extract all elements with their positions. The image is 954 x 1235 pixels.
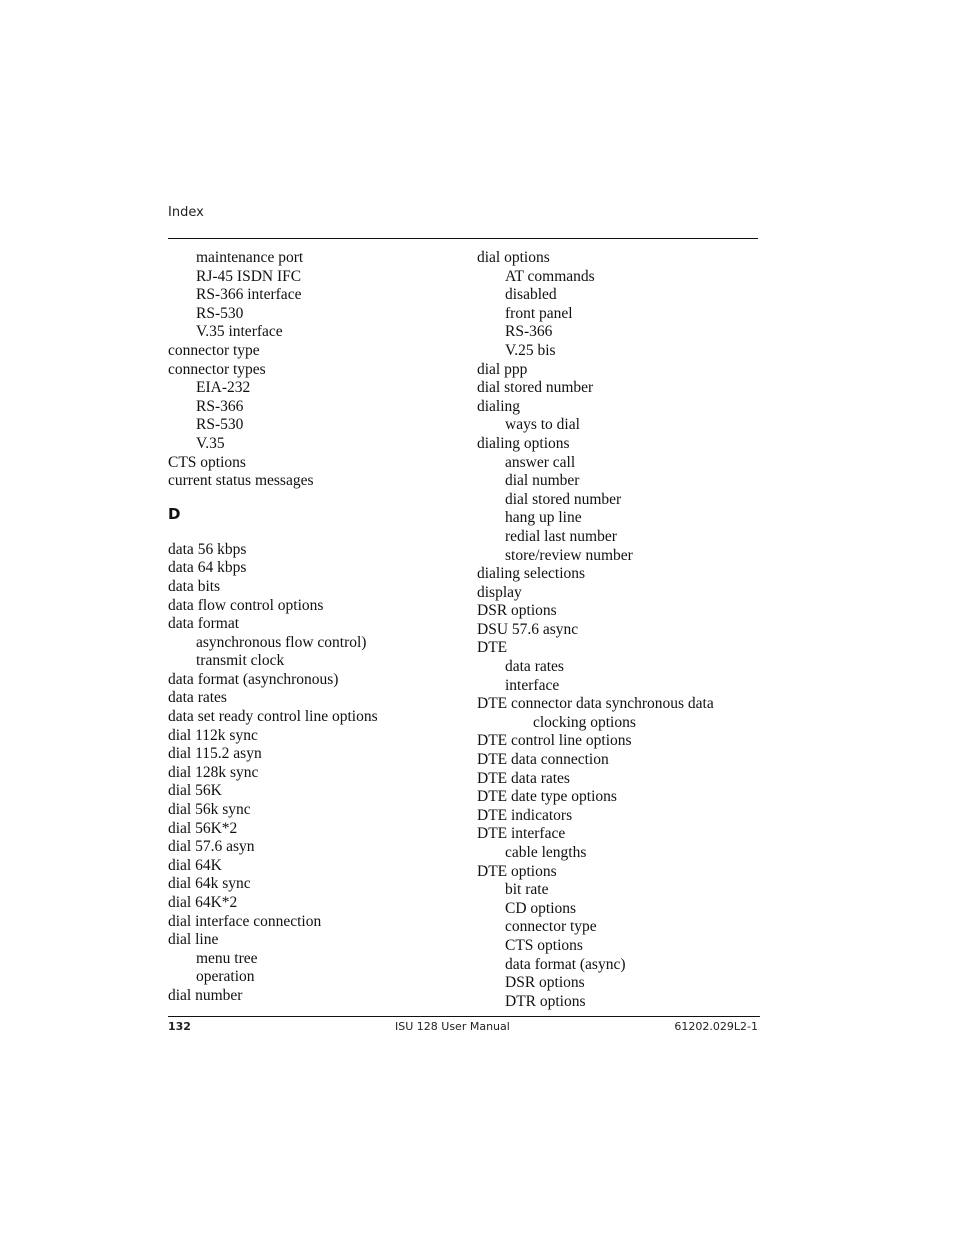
index-subentry: bit rate <box>505 881 549 899</box>
section-letter-d: D <box>168 504 181 523</box>
index-entry: dial 56k sync <box>168 801 251 819</box>
index-subentry: maintenance port <box>196 249 304 266</box>
index-subentry: data rates <box>505 658 564 676</box>
index-entry: dial options <box>477 249 550 266</box>
index-subentry: dial stored number <box>505 490 622 508</box>
index-subentry: clocking options <box>533 713 636 731</box>
index-subentry: front panel <box>505 304 573 322</box>
index-subentry: CTS options <box>505 936 583 954</box>
index-entry: dial 112k sync <box>168 726 258 744</box>
index-subentry: RS-366 <box>505 323 553 341</box>
index-column-left: maintenance port RJ-45 ISDN IFC RS-366 int… <box>168 249 468 1006</box>
index-subentry: cable lengths <box>505 844 587 861</box>
index-entry: connector type <box>168 341 260 359</box>
index-subentry: DTR options <box>505 992 586 1010</box>
index-entry: dial 56K <box>168 782 222 800</box>
footer-rule <box>168 1016 760 1017</box>
index-entry: dial 56K*2 <box>168 819 238 837</box>
index-entry: dial 115.2 asyn <box>168 745 262 763</box>
index-subentry: menu tree <box>196 949 258 967</box>
index-entry: display <box>477 583 522 601</box>
index-subentry: DSR options <box>505 974 585 992</box>
manual-title: ISU 128 User Manual <box>395 1020 510 1033</box>
index-entry: dialing selections <box>477 565 586 583</box>
index-entry: dial 57.6 asyn <box>168 838 255 856</box>
index-subentry: RS-366 <box>196 397 244 415</box>
index-subentry: store/review number <box>505 546 633 564</box>
page-number: 132 <box>168 1020 191 1033</box>
index-entry: dial 128k sync <box>168 763 259 781</box>
index-subentry: connector type <box>505 918 597 936</box>
index-subentry: V.35 interface <box>196 323 283 341</box>
index-subentry: RS-366 interface <box>196 286 302 304</box>
index-entry: data format <box>168 615 240 633</box>
index-entries-right: dial options AT commands disabled front pan… <box>477 249 767 1011</box>
index-subentry: RS-530 <box>196 416 244 434</box>
index-subentry: answer call <box>505 453 576 471</box>
index-entry: DSU 57.6 async <box>477 620 579 638</box>
index-subentry: AT commands <box>505 267 595 285</box>
index-subentry: ways to dial <box>505 416 580 434</box>
index-entry: DTE <box>477 639 508 657</box>
index-subentry: hang up line <box>505 509 582 527</box>
index-subentry: RS-530 <box>196 304 244 322</box>
index-subentry: data format (async) <box>505 955 626 973</box>
index-entry: data set ready control line options <box>168 708 378 726</box>
index-entry: dial 64K <box>168 856 222 874</box>
index-subentry: CD options <box>505 899 577 917</box>
index-subentry: interface <box>505 676 560 694</box>
index-entry: DTE interface <box>477 825 566 843</box>
index-entry: current status messages <box>168 472 314 490</box>
page-footer: 132 ISU 128 User Manual 61202.029L2-1 <box>168 1020 760 1036</box>
index-entry: data flow control options <box>168 596 324 614</box>
index-entry: CTS options <box>168 453 246 471</box>
index-entry: dial 64k sync <box>168 875 251 893</box>
index-entries-before: maintenance port RJ-45 ISDN IFC RS-366 int… <box>168 249 468 491</box>
index-subentry: asynchronous flow control) <box>196 633 367 651</box>
index-subentry: disabled <box>505 286 557 304</box>
document-number: 61202.029L2-1 <box>674 1020 758 1033</box>
index-subentry: dial number <box>505 472 580 490</box>
index-subentry: transmit clock <box>196 652 285 670</box>
index-entry: DTE connector data synchronous data <box>477 695 714 713</box>
index-entry: dial ppp <box>477 360 528 378</box>
index-entry: dial stored number <box>477 379 594 397</box>
index-subentry: V.25 bis <box>505 341 556 359</box>
running-header: Index <box>168 205 204 220</box>
index-entry: dialing options <box>477 434 570 452</box>
index-entry: connector types <box>168 360 266 378</box>
index-subentry: RJ-45 ISDN IFC <box>196 267 302 285</box>
index-entry: data 64 kbps <box>168 559 247 577</box>
index-subentry: EIA-232 <box>196 379 251 397</box>
index-entry: dial line <box>168 931 219 949</box>
index-entry: DSR options <box>477 602 557 620</box>
index-subentry: operation <box>196 968 255 986</box>
index-entry: DTE indicators <box>477 806 573 824</box>
index-entry: data bits <box>168 577 221 595</box>
index-entry: DTE data connection <box>477 751 609 769</box>
index-entry: dial number <box>168 986 243 1004</box>
index-entry: data 56 kbps <box>168 540 247 558</box>
index-column-right: dial options AT commands disabled front pan… <box>477 249 767 1011</box>
index-entry: dial interface connection <box>168 912 322 930</box>
index-entry: DTE control line options <box>477 732 632 750</box>
index-subentry: V.35 <box>196 434 225 452</box>
index-entry: DTE data rates <box>477 769 570 787</box>
index-entry: dialing <box>477 397 521 415</box>
header-rule <box>168 238 758 239</box>
index-entry: DTE date type options <box>477 788 617 806</box>
index-entry: data rates <box>168 689 227 707</box>
index-entries-after: data 56 kbps data 64 kbps data bits data fl… <box>168 541 468 1006</box>
index-entry: DTE options <box>477 862 557 880</box>
index-entry: dial 64K*2 <box>168 894 238 911</box>
index-entry: data format (asynchronous) <box>168 670 339 688</box>
index-subentry: redial last number <box>505 527 617 545</box>
